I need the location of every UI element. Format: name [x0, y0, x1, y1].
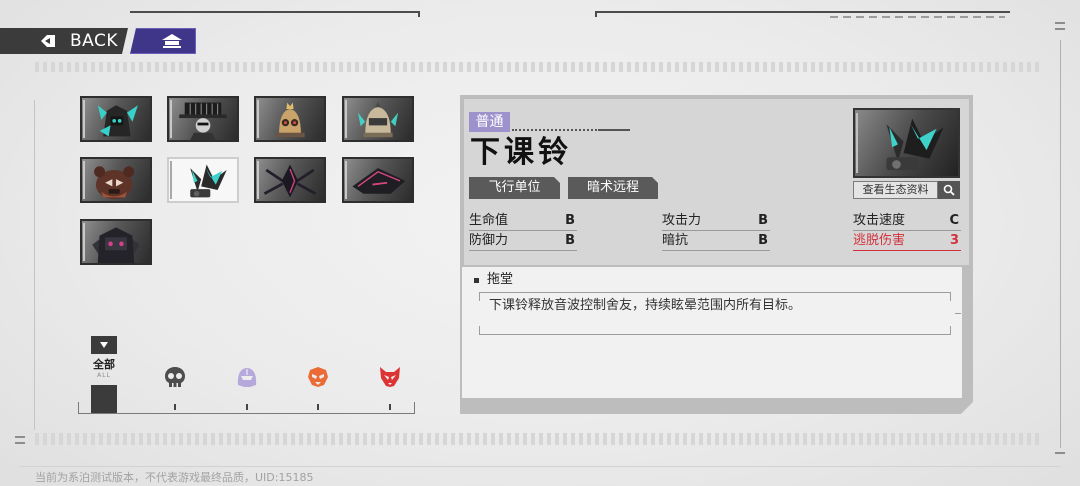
ecology-info-button[interactable]: 查看生态资料 — [853, 181, 938, 199]
frame-notch-top-right — [595, 11, 597, 17]
frame-line-left — [34, 100, 35, 430]
stat-attack: 攻击力 B — [662, 212, 770, 231]
filter-faction-lavender[interactable] — [232, 362, 262, 412]
filter-baseline — [78, 413, 415, 414]
enemy-card-4[interactable] — [342, 96, 414, 142]
stat-value: B — [565, 233, 575, 248]
filter-faction-orange[interactable] — [303, 362, 333, 412]
frame-mark-right-top-1 — [1055, 22, 1065, 24]
stat-value: 3 — [949, 233, 959, 248]
enemy-card-2[interactable] — [167, 96, 239, 142]
frame-notch-top-left — [418, 11, 420, 17]
enemy-portrait — [886, 118, 944, 171]
stat-label: 防御力 — [469, 233, 509, 248]
frame-line-right — [1060, 40, 1061, 448]
frame-mark-left-1 — [15, 436, 25, 438]
ecology-search-button[interactable] — [938, 181, 960, 199]
enemy-card-3[interactable] — [254, 96, 326, 142]
filter-tick — [317, 404, 319, 410]
enemy-card-1[interactable] — [80, 96, 152, 142]
frame-line-top-right — [595, 11, 1010, 13]
skill-bullet — [474, 278, 479, 283]
filter-faction-red[interactable] — [375, 362, 405, 412]
filter-all-button[interactable]: 全部 ALL — [86, 336, 122, 414]
stat-defense: 防御力 B — [469, 232, 577, 251]
faction-orange-mask-icon — [308, 367, 328, 387]
skill-description: 下课铃释放音波控制舍友，持续眩晕范围内所有目标。 — [489, 298, 802, 313]
faction-red-mask-icon — [380, 367, 400, 387]
frame-mark-left-2 — [15, 442, 25, 444]
filter-tick — [246, 404, 248, 410]
enemy-detail-portrait — [853, 108, 960, 178]
skill-box-notch — [955, 313, 961, 314]
enemy-card-6[interactable] — [167, 157, 239, 203]
frame-mark-right-bottom — [1055, 452, 1065, 454]
enemy-portrait — [92, 227, 140, 263]
box-corner — [479, 293, 480, 301]
filter-all-tab — [91, 336, 117, 354]
enemy-name: 下课铃 — [470, 135, 572, 170]
enemy-card-9[interactable] — [80, 219, 152, 265]
box-corner — [479, 326, 480, 334]
filter-baseline-end-right — [414, 402, 415, 413]
enemy-card-7[interactable] — [254, 157, 326, 203]
rank-divider-dotted — [512, 129, 600, 131]
enemy-portrait — [179, 102, 227, 140]
stat-dark-resistance: 暗抗 B — [662, 232, 770, 251]
skill-name: 拖堂 — [487, 272, 514, 287]
rank-badge: 普通 — [469, 112, 510, 132]
back-button[interactable]: BACK — [0, 28, 128, 54]
magnifier-icon — [943, 184, 955, 196]
stat-value: B — [565, 213, 575, 228]
back-label: BACK — [70, 31, 119, 51]
stat-label: 攻击速度 — [853, 213, 906, 228]
filter-faction-gray[interactable] — [160, 362, 190, 412]
enemy-card-5[interactable] — [80, 157, 152, 203]
enemy-portrait — [94, 166, 135, 200]
enemy-portrait — [275, 102, 305, 138]
caret-down-icon — [100, 342, 108, 348]
stat-value: B — [758, 233, 768, 248]
stat-label: 暗抗 — [662, 233, 689, 248]
stat-hp: 生命值 B — [469, 212, 577, 231]
frame-dash-top-right — [830, 16, 1005, 18]
stat-value: C — [949, 213, 959, 228]
stat-label: 逃脱伤害 — [853, 233, 906, 248]
faction-gray-mask-icon — [165, 367, 185, 387]
filter-baseline-end-left — [78, 402, 79, 413]
stat-label: 攻击力 — [662, 213, 702, 228]
enemy-portrait — [263, 164, 317, 198]
filter-selected-bar — [91, 385, 117, 414]
enemy-portrait — [97, 105, 138, 137]
enemy-portrait — [352, 168, 406, 194]
enemy-portrait — [357, 101, 399, 138]
stat-escape-damage: 逃脱伤害 3 — [853, 232, 961, 251]
frame-line-bottom — [20, 466, 1060, 467]
filter-all-sublabel: ALL — [97, 372, 111, 379]
rank-divider-solid — [600, 129, 630, 131]
stat-attack-speed: 攻击速度 C — [853, 212, 961, 231]
enemy-card-8[interactable] — [342, 157, 414, 203]
faction-lavender-mask-icon — [237, 368, 257, 387]
skill-description-box: 下课铃释放音波控制舍友，持续眩晕范围内所有目标。 — [479, 292, 951, 335]
tag-unit-type: 飞行单位 — [469, 177, 560, 199]
box-corner — [950, 293, 951, 301]
home-button[interactable] — [130, 28, 196, 54]
stat-label: 生命值 — [469, 213, 509, 228]
back-arrow-icon — [41, 35, 55, 47]
filter-tick — [389, 404, 391, 410]
tag-attack-type: 暗术远程 — [568, 177, 658, 199]
stat-value: B — [758, 213, 768, 228]
filter-all-label: 全部 — [93, 358, 115, 371]
filter-tick — [174, 404, 176, 410]
build-notice: 当前为系泊测试版本，不代表游戏最终品质，UID:15185 — [35, 471, 314, 484]
home-icon — [162, 34, 182, 48]
frame-mark-right-top-2 — [1055, 28, 1065, 30]
enemy-portrait — [190, 164, 227, 198]
box-corner — [950, 326, 951, 334]
frame-line-top-left — [130, 11, 420, 13]
frame-band-top — [35, 62, 1040, 72]
frame-band-bottom — [35, 433, 1040, 445]
